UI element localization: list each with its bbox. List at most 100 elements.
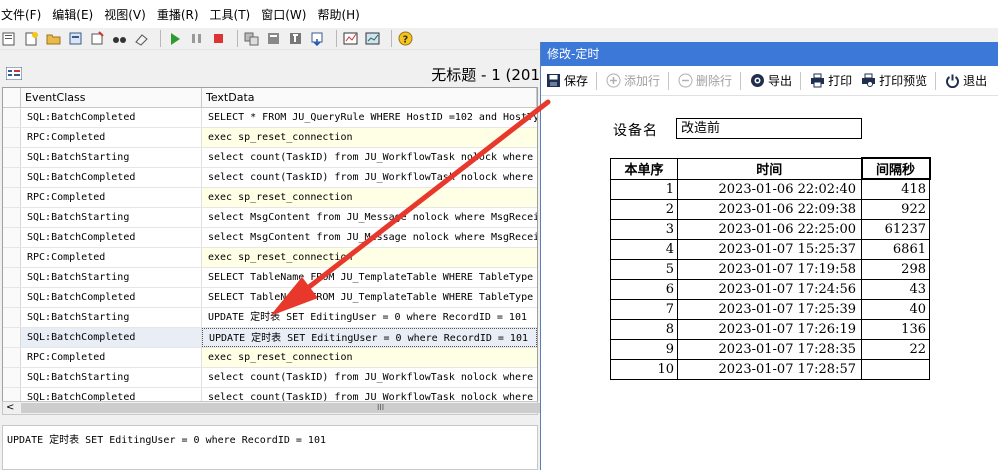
eraser-icon[interactable] [133,30,150,47]
seq-cell[interactable]: 8 [610,318,678,340]
table-row[interactable]: SQL:BatchStarting select MsgContent from … [3,208,537,228]
delete-row-button[interactable]: 删除行 [677,72,732,89]
table-row[interactable]: SQL:BatchStarting select count(TaskID) fr… [3,368,537,388]
interval-cell[interactable] [861,358,930,380]
table-row[interactable]: 10 2023-01-07 17:28:57 [610,358,930,380]
interval-cell[interactable]: 61237 [861,218,930,240]
table-row[interactable]: SQL:BatchCompleted select count(TaskID) f… [3,168,537,188]
new-trace-icon[interactable] [1,30,18,47]
interval-cell[interactable]: 22 [861,338,930,360]
time-cell[interactable]: 2023-01-07 17:24:56 [677,278,862,300]
seq-cell[interactable]: 6 [610,278,678,300]
row-selector[interactable] [3,148,21,167]
row-selector[interactable] [3,188,21,207]
device-name-field[interactable]: 改造前 [676,118,862,139]
table-row[interactable]: 3 2023-01-06 22:25:00 61237 [610,218,930,240]
scroll-icon[interactable] [309,30,326,47]
row-selector[interactable] [3,208,21,227]
pause-icon[interactable] [188,30,205,47]
menu-item[interactable]: 工具(T) [209,6,257,23]
time-cell[interactable]: 2023-01-07 15:25:37 [677,238,862,260]
row-selector[interactable] [3,128,21,147]
table-row[interactable]: 7 2023-01-07 17:25:39 40 [610,298,930,320]
table-row[interactable]: 9 2023-01-07 17:28:35 22 [610,338,930,360]
table-row[interactable]: SQL:BatchCompleted UPDATE 定时表 SET Editing… [3,328,537,348]
table-row[interactable]: SQL:BatchCompleted select MsgContent from… [3,228,537,248]
print-preview-button[interactable]: 打印预览 [860,72,927,89]
column-header-interval[interactable]: 间隔秒 [860,157,931,180]
row-selector[interactable] [3,388,21,401]
interval-cell[interactable]: 43 [861,278,930,300]
row-selector[interactable] [3,168,21,187]
table-row[interactable]: 2 2023-01-06 22:09:38 922 [610,198,930,220]
add-row-button[interactable]: 添加行 [605,72,660,89]
open-folder-icon[interactable] [45,30,62,47]
row-selector[interactable] [3,288,21,307]
time-cell[interactable]: 2023-01-07 17:25:39 [677,298,862,320]
row-selector[interactable] [3,308,21,327]
row-selector[interactable] [3,228,21,247]
table-row[interactable]: RPC:Completed exec sp_reset_connection [3,248,537,268]
row-selector[interactable] [3,348,21,367]
row-selector[interactable] [3,368,21,387]
time-cell[interactable]: 2023-01-07 17:26:19 [677,318,862,340]
interval-cell[interactable]: 40 [861,298,930,320]
table-row[interactable]: 5 2023-01-07 17:19:58 298 [610,258,930,280]
filter-icon[interactable] [287,30,304,47]
activity-monitor-icon[interactable] [342,30,359,47]
table-row[interactable]: SQL:BatchCompleted select count(TaskID) f… [3,388,537,401]
seq-cell[interactable]: 10 [610,358,678,380]
table-row[interactable]: SQL:BatchStarting SELECT TableName FROM J… [3,268,537,288]
scrollbar-thumb[interactable]: III [21,403,541,413]
time-cell[interactable]: 2023-01-06 22:02:40 [677,178,862,200]
menu-item[interactable]: 窗口(W) [260,6,312,23]
row-selector[interactable] [3,108,21,127]
table-row[interactable]: SQL:BatchStarting select count(TaskID) fr… [3,148,537,168]
seq-cell[interactable]: 1 [610,178,678,200]
interval-cell[interactable]: 6861 [861,238,930,260]
text-detail-pane[interactable]: UPDATE 定时表 SET EditingUser = 0 where Rec… [2,425,538,470]
row-selector[interactable] [3,328,21,347]
scroll-left-icon[interactable]: < [6,402,14,414]
menu-item[interactable]: 文件(F) [0,6,47,23]
seq-cell[interactable]: 2 [610,198,678,220]
time-cell[interactable]: 2023-01-06 22:25:00 [677,218,862,240]
menu-item[interactable]: 视图(V) [103,6,152,23]
seq-cell[interactable]: 9 [610,338,678,360]
columns-icon[interactable] [265,30,282,47]
events-icon[interactable] [243,30,260,47]
help-icon[interactable]: ? [397,30,414,47]
column-header-textdata[interactable]: TextData [202,88,537,107]
column-header-seq[interactable]: 本单序 [610,157,678,180]
table-row[interactable]: 1 2023-01-06 22:02:40 418 [610,178,930,200]
new-document-icon[interactable] [23,30,40,47]
table-row[interactable]: 6 2023-01-07 17:24:56 43 [610,278,930,300]
time-cell[interactable]: 2023-01-06 22:09:38 [677,198,862,220]
seq-cell[interactable]: 3 [610,218,678,240]
interval-cell[interactable]: 298 [861,258,930,280]
print-button[interactable]: 打印 [809,72,852,89]
save-button[interactable]: 保存 [545,72,588,89]
table-row[interactable]: RPC:Completed exec sp_reset_connection [3,188,537,208]
seq-cell[interactable]: 4 [610,238,678,260]
table-row[interactable]: SQL:BatchCompleted SELECT TableName FROM … [3,288,537,308]
horizontal-scrollbar[interactable]: < III [2,401,541,415]
interval-cell[interactable]: 136 [861,318,930,340]
run-icon[interactable] [166,30,183,47]
properties-icon[interactable] [89,30,106,47]
column-header-time[interactable]: 时间 [677,157,862,180]
template-icon[interactable] [67,30,84,47]
time-cell[interactable]: 2023-01-07 17:19:58 [677,258,862,280]
menu-item[interactable]: 重播(R) [156,6,205,23]
row-selector[interactable] [3,268,21,287]
interval-cell[interactable]: 418 [861,178,930,200]
menu-item[interactable]: 帮助(H) [316,6,365,23]
row-selector[interactable] [3,248,21,267]
table-row[interactable]: 8 2023-01-07 17:26:19 136 [610,318,930,340]
export-button[interactable]: 导出 [749,72,792,89]
table-row[interactable]: SQL:BatchStarting UPDATE 定时表 SET EditingU… [3,308,537,328]
find-icon[interactable] [111,30,128,47]
time-cell[interactable]: 2023-01-07 17:28:35 [677,338,862,360]
interval-cell[interactable]: 922 [861,198,930,220]
exit-button[interactable]: 退出 [944,72,987,89]
